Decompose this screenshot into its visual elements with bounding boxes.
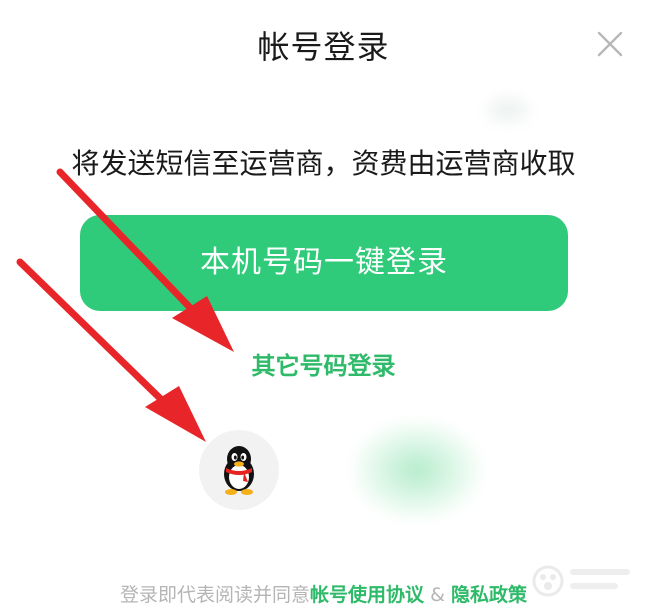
- sms-fee-notice: 将发送短信至运营商，资费由运营商收取: [71, 147, 576, 180]
- login-dialog: 帐号登录 将发送短信至运营商，资费由运营商收取 本机号码一键登录 其它号码登录: [0, 0, 647, 615]
- one-click-login-button[interactable]: 本机号码一键登录: [80, 215, 568, 311]
- page-title: 帐号登录: [257, 28, 390, 66]
- blurred-login-option: [352, 420, 482, 520]
- agreement-separator: &: [424, 584, 451, 606]
- annotation-arrowhead-2: [145, 386, 206, 442]
- privacy-policy-link[interactable]: 隐私政策: [451, 584, 527, 606]
- qq-login-button[interactable]: [199, 430, 279, 510]
- blurred-region: [478, 90, 538, 130]
- close-icon: [597, 31, 623, 57]
- agreement-prefix: 登录即代表阅读并同意: [120, 584, 311, 606]
- watermark-logo: [532, 565, 630, 597]
- account-agreement-link[interactable]: 帐号使用协议: [310, 584, 424, 606]
- other-number-login-link[interactable]: 其它号码登录: [0, 346, 647, 381]
- close-button[interactable]: [594, 28, 626, 60]
- qq-penguin-icon: [224, 446, 254, 495]
